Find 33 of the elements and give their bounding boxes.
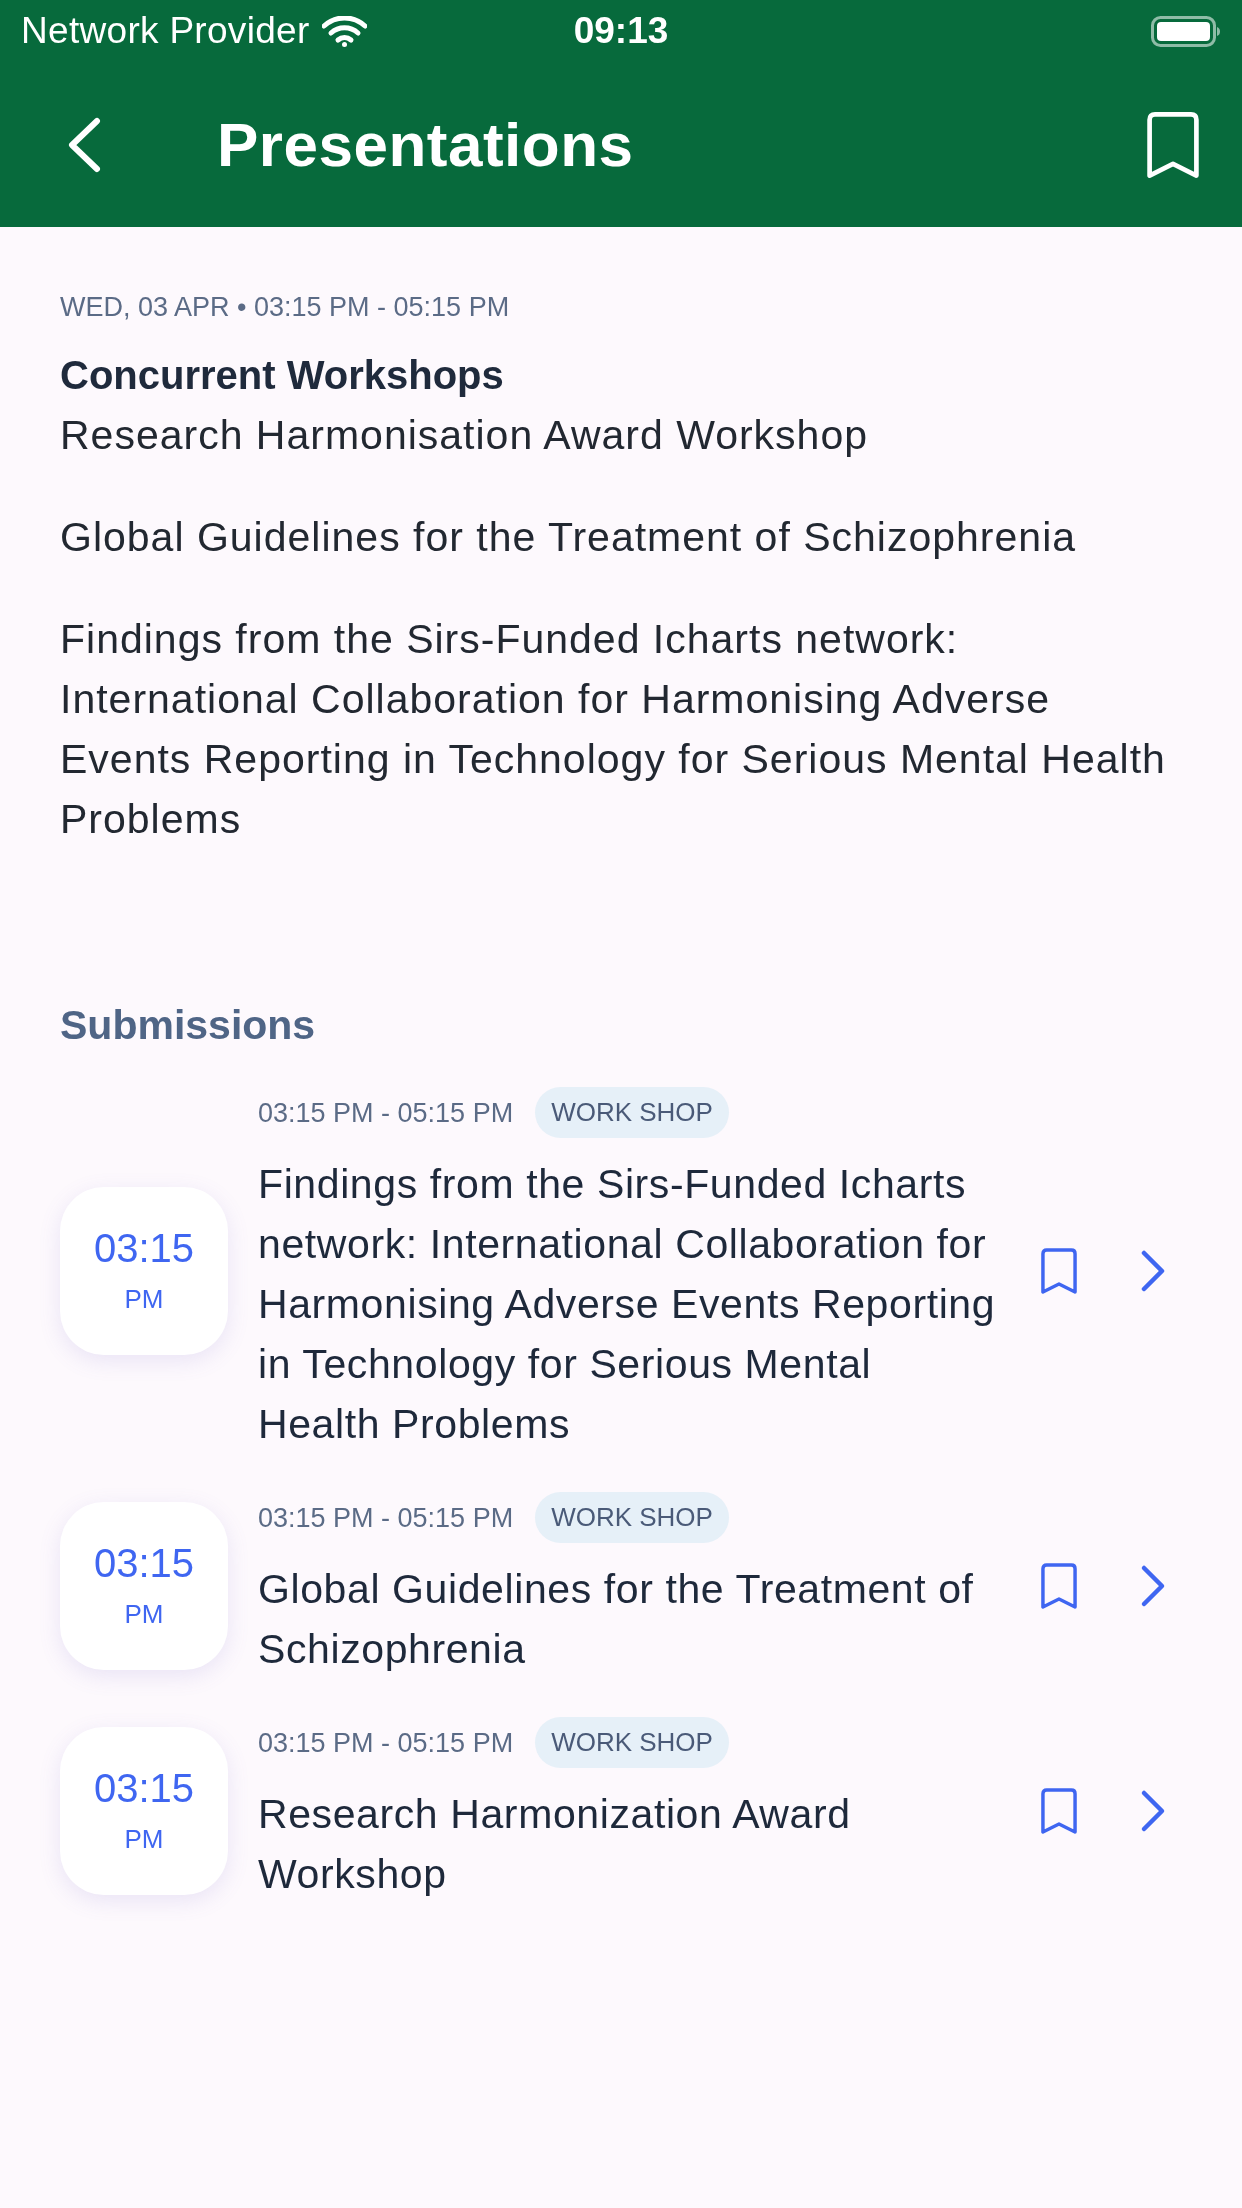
time-range: 03:15 PM - 05:15 PM: [258, 1096, 514, 1130]
status-time: 09:13: [573, 9, 669, 53]
page-title: Presentations: [217, 108, 634, 181]
submission-title: Research Harmonization Award Workshop: [258, 1790, 852, 1899]
time-period: PM: [124, 1823, 164, 1856]
submission-title: Global Guidelines for the Treatment of Schizophrenia: [258, 1565, 975, 1674]
battery-icon: [1151, 15, 1221, 47]
chevron-right-icon[interactable]: [1140, 1248, 1166, 1293]
time-period: PM: [124, 1283, 164, 1316]
bookmark-icon[interactable]: [1038, 1245, 1080, 1296]
presentation-title: Findings from the Sirs-Funded Icharts network: International Collaboration for Harmonising Adverse Events Reporting in Technology for Serious Mental Health Problems: [60, 615, 1167, 844]
session-title: Concurrent Workshops: [60, 352, 505, 399]
time-period: PM: [124, 1598, 164, 1631]
time-range: 03:15 PM - 05:15 PM: [258, 1501, 514, 1535]
presentation-title: Global Guidelines for the Treatment of Schizophrenia: [60, 513, 1078, 562]
wifi-icon: [321, 15, 367, 47]
bookmark-icon[interactable]: [1038, 1560, 1080, 1611]
category-tag: WORK SHOP: [535, 1717, 729, 1768]
time-range: 03:15 PM - 05:15 PM: [258, 1726, 514, 1760]
start-time: 03:15: [93, 1765, 195, 1811]
submission-title: Findings from the Sirs-Funded Icharts network: International Collaboration for Harmonising Adverse Events Reporting in Technology for Serious Mental Health Problems: [258, 1160, 997, 1449]
bookmark-icon[interactable]: [1038, 1785, 1080, 1836]
session-subtitle: Research Harmonisation Award Workshop: [60, 411, 869, 460]
section-heading: Submissions: [60, 1001, 317, 1050]
category-tag: WORK SHOP: [535, 1087, 729, 1138]
back-chevron-icon: [66, 116, 102, 173]
session-date-time: WED, 03 APR • 03:15 PM - 05:15 PM: [60, 291, 511, 324]
chevron-right-icon[interactable]: [1140, 1563, 1166, 1608]
start-time: 03:15: [93, 1540, 195, 1586]
carrier-name: Network Provider: [21, 9, 310, 53]
chevron-right-icon[interactable]: [1140, 1788, 1166, 1833]
start-time: 03:15: [93, 1225, 195, 1271]
category-tag: WORK SHOP: [535, 1492, 729, 1543]
